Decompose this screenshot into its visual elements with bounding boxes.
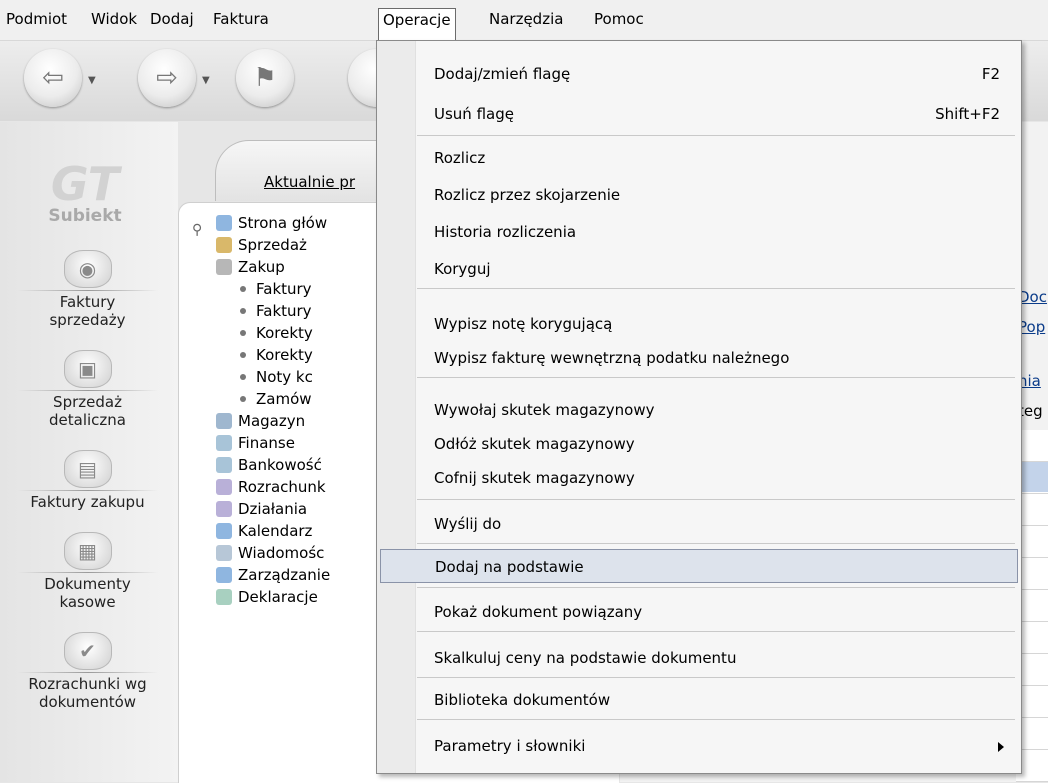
nav-item[interactable]: Finanse xyxy=(216,432,295,454)
nav-item[interactable]: Deklaracje xyxy=(216,586,318,608)
submenu-arrow-icon xyxy=(998,742,1004,752)
chevron-down-icon[interactable]: ▼ xyxy=(88,75,96,86)
link-pop[interactable]: Pop xyxy=(1018,318,1045,336)
message-icon xyxy=(216,545,232,561)
menu-separator xyxy=(417,543,1015,544)
menu-dodaj[interactable]: Dodaj xyxy=(146,8,198,32)
checklist-icon: ✔ xyxy=(63,632,112,670)
home-icon xyxy=(216,215,232,231)
nav-item[interactable]: Wiadomośc xyxy=(216,542,324,564)
menu-item-internal-invoice[interactable]: Wypisz fakturę wewnętrzną podatku należn… xyxy=(380,341,1018,375)
management-icon xyxy=(216,567,232,583)
menu-item-add-based-on[interactable]: Dodaj na podstawie xyxy=(380,549,1018,583)
menu-item-correction-note[interactable]: Wypisz notę korygującą xyxy=(380,307,1018,341)
nav-item[interactable]: Rozrachunk xyxy=(216,476,326,498)
nav-subitem[interactable]: Noty kc xyxy=(240,366,313,388)
menu-operacje[interactable]: Operacje xyxy=(378,8,456,40)
logo-mark: GT xyxy=(50,157,120,211)
nav-item[interactable]: Zakup xyxy=(216,256,285,278)
menu-podmiot[interactable]: Podmiot xyxy=(2,8,71,32)
tab-aktualnie[interactable]: Aktualnie pr xyxy=(264,173,355,191)
menu-item-revert-stock[interactable]: Cofnij skutek magazynowy xyxy=(380,461,1018,495)
menu-item-correct[interactable]: Koryguj xyxy=(380,252,1018,286)
menu-faktura[interactable]: Faktura xyxy=(209,8,273,32)
module-sidebar: GT Subiekt ◉ Faktury sprzedaży ▣ Sprzeda… xyxy=(0,122,178,782)
app-logo: GT Subiekt xyxy=(30,157,140,226)
nav-item[interactable]: Działania xyxy=(216,498,307,520)
menu-separator xyxy=(417,587,1015,588)
nav-item[interactable]: Bankowość xyxy=(216,454,322,476)
calendar-icon xyxy=(216,523,232,539)
flag-icon[interactable]: ⚑ xyxy=(236,49,294,107)
nav-subitem[interactable]: Faktury xyxy=(240,278,312,300)
module-sprzedaz-detaliczna[interactable]: ▣ Sprzedaż detaliczna xyxy=(0,350,175,429)
forward-arrow-icon[interactable]: ⇨ xyxy=(138,49,196,107)
declaration-icon xyxy=(216,589,232,605)
menu-item-settle-history[interactable]: Historia rozliczenia xyxy=(380,215,1018,249)
bank-icon xyxy=(216,457,232,473)
nav-subitem[interactable]: Korekty xyxy=(240,344,313,366)
nav-item[interactable]: Zarządzanie xyxy=(216,564,330,586)
menu-separator xyxy=(417,135,1015,136)
finance-icon xyxy=(216,435,232,451)
back-arrow-icon[interactable]: ⇦ xyxy=(24,49,82,107)
link-doc[interactable]: Doc xyxy=(1018,288,1047,306)
shortcut: F2 xyxy=(981,65,1000,83)
cash-register-icon: ▣ xyxy=(63,350,112,388)
chevron-down-icon[interactable]: ▼ xyxy=(202,75,210,86)
cash-icon: ▦ xyxy=(63,532,112,570)
menu-item-calc-prices[interactable]: Skalkuluj ceny na podstawie dokumentu xyxy=(380,641,1018,675)
menu-bar: Podmiot Widok Dodaj Faktura Operacje Nar… xyxy=(0,0,1048,41)
menu-item-show-linked[interactable]: Pokaż dokument powiązany xyxy=(380,595,1018,629)
nav-subitem[interactable]: Zamów xyxy=(240,388,312,410)
menu-separator xyxy=(417,499,1015,500)
menu-separator xyxy=(417,677,1015,678)
module-faktury-sprzedazy[interactable]: ◉ Faktury sprzedaży xyxy=(0,250,175,329)
menu-item-settle-by-match[interactable]: Rozlicz przez skojarzenie xyxy=(380,178,1018,212)
menu-item-send-to[interactable]: Wyślij do xyxy=(380,507,1018,541)
menu-item-postpone-stock[interactable]: Odłóż skutek magazynowy xyxy=(380,427,1018,461)
nav-item[interactable]: Strona głów xyxy=(216,212,327,234)
nav-item[interactable]: Kalendarz xyxy=(216,520,312,542)
nav-item[interactable]: Sprzedaż xyxy=(216,234,307,256)
menu-item-document-library[interactable]: Biblioteka dokumentów xyxy=(380,683,1018,717)
menu-separator xyxy=(417,631,1015,632)
warehouse-icon xyxy=(216,413,232,429)
nav-item[interactable]: Magazyn xyxy=(216,410,305,432)
menu-separator xyxy=(417,719,1015,720)
menu-item-parameters[interactable]: Parametry i słowniki xyxy=(380,729,1018,763)
actions-icon xyxy=(216,501,232,517)
menu-item-add-flag[interactable]: Dodaj/zmień flagę F2 xyxy=(380,57,1018,91)
coins-icon: ◉ xyxy=(63,250,112,288)
menu-widok[interactable]: Widok xyxy=(87,8,141,32)
nav-subitem[interactable]: Korekty xyxy=(240,322,313,344)
menu-separator xyxy=(417,377,1015,378)
documents-icon: ▤ xyxy=(63,450,112,488)
module-rozrachunki[interactable]: ✔ Rozrachunki wg dokumentów xyxy=(0,632,175,711)
pin-icon[interactable]: ⚲ xyxy=(192,222,202,238)
module-dokumenty-kasowe[interactable]: ▦ Dokumenty kasowe xyxy=(0,532,175,611)
nav-subitem[interactable]: Faktury xyxy=(240,300,312,322)
menu-separator xyxy=(417,288,1015,289)
menu-item-settle[interactable]: Rozlicz xyxy=(380,141,1018,175)
shortcut: Shift+F2 xyxy=(935,105,1000,123)
operacje-dropdown-menu: Dodaj/zmień flagę F2 Usuń flagę Shift+F2 R… xyxy=(376,40,1022,774)
module-faktury-zakupu[interactable]: ▤ Faktury zakupu xyxy=(0,450,175,511)
coins-icon xyxy=(216,237,232,253)
menu-pomoc[interactable]: Pomoc xyxy=(590,8,648,32)
logo-name: Subiekt xyxy=(48,206,122,226)
documents-icon xyxy=(216,259,232,275)
menu-item-invoke-stock[interactable]: Wywołaj skutek magazynowy xyxy=(380,393,1018,427)
menu-item-remove-flag[interactable]: Usuń flagę Shift+F2 xyxy=(380,97,1018,131)
menu-narzedzia[interactable]: Narzędzia xyxy=(485,8,567,32)
settlement-icon xyxy=(216,479,232,495)
